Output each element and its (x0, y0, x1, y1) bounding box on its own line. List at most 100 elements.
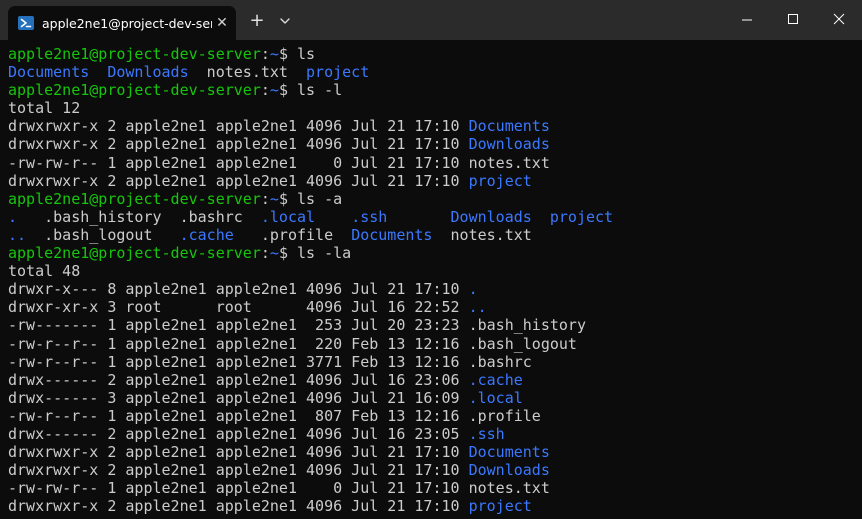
terminal-line: -rw-rw-r-- 1 apple2ne1 apple2ne1 0 Jul 2… (8, 154, 862, 172)
terminal-text: drwxr-xr-x 3 root root 4096 Jul 16 22:52 (8, 298, 469, 317)
terminal-line: drwx------ 2 apple2ne1 apple2ne1 4096 Ju… (8, 371, 862, 389)
directory-name: project (306, 63, 370, 82)
terminal-text: : (260, 81, 270, 100)
powershell-icon (18, 16, 34, 30)
terminal-line: apple2ne1@project-dev-server:~$ ls -la (8, 244, 862, 262)
directory-name: .local (260, 207, 316, 226)
directory-name: .. (8, 225, 27, 244)
terminal-text: : (260, 189, 270, 208)
terminal-line: drwxrwxr-x 2 apple2ne1 apple2ne1 4096 Ju… (8, 443, 862, 461)
directory-name: .cache (468, 370, 523, 389)
terminal-window: apple2ne1@project-dev-serve ✕ + apple2ne… (0, 0, 862, 519)
directory-name: Documents (468, 443, 550, 462)
directory-name: .local (468, 388, 523, 407)
terminal-text: drwxr-x--- 8 apple2ne1 apple2ne1 4096 Ju… (8, 280, 469, 299)
terminal-text: notes.txt (432, 225, 532, 244)
directory-name: .ssh (468, 424, 505, 443)
terminal-text: $ ls -la (278, 244, 352, 263)
terminal-line: drwxrwxr-x 2 apple2ne1 apple2ne1 4096 Ju… (8, 117, 862, 135)
terminal-output[interactable]: apple2ne1@project-dev-server:~$ ls Docume… (0, 40, 862, 519)
maximize-icon (788, 14, 798, 24)
terminal-line: total 48 (8, 262, 862, 280)
directory-name: project (468, 171, 532, 190)
prompt-user-host: apple2ne1@project-dev-server (8, 81, 261, 100)
tab-title: apple2ne1@project-dev-serve (42, 16, 212, 31)
terminal-text: total 12 (8, 99, 81, 118)
terminal-text: total 48 (8, 262, 81, 281)
terminal-line: Documents Downloads notes.txt project (8, 63, 862, 81)
terminal-text: $ ls -a (278, 189, 343, 208)
directory-name: project (468, 497, 532, 516)
terminal-text: drwx------ 3 apple2ne1 apple2ne1 4096 Ju… (8, 388, 469, 407)
terminal-text: $ ls -l (278, 81, 343, 100)
terminal-line: .. .bash_logout .cache .profile Document… (8, 226, 862, 244)
terminal-text: drwxrwxr-x 2 apple2ne1 apple2ne1 4096 Ju… (8, 497, 469, 516)
terminal-text: drwxrwxr-x 2 apple2ne1 apple2ne1 4096 Ju… (8, 443, 469, 462)
directory-name: .ssh (351, 207, 388, 226)
terminal-text: -rw-rw-r-- 1 apple2ne1 apple2ne1 0 Jul 2… (8, 479, 550, 498)
terminal-text: -rw-r--r-- 1 apple2ne1 apple2ne1 807 Feb… (8, 406, 541, 425)
close-icon (833, 13, 845, 25)
terminal-line: drwx------ 3 apple2ne1 apple2ne1 4096 Ju… (8, 389, 862, 407)
terminal-line: drwxrwxr-x 2 apple2ne1 apple2ne1 4096 Ju… (8, 135, 862, 153)
terminal-text: drwx------ 2 apple2ne1 apple2ne1 4096 Ju… (8, 370, 469, 389)
terminal-line: -rw-r--r-- 1 apple2ne1 apple2ne1 807 Feb… (8, 407, 862, 425)
title-bar: apple2ne1@project-dev-serve ✕ + (0, 0, 862, 40)
prompt-user-host: apple2ne1@project-dev-server (8, 189, 261, 208)
tab-close-icon[interactable]: ✕ (213, 14, 231, 32)
terminal-text: .profile (233, 225, 352, 244)
terminal-text: notes.txt (188, 63, 307, 82)
terminal-text: : (260, 244, 270, 263)
tab-dropdown-button[interactable] (273, 8, 297, 34)
terminal-line: apple2ne1@project-dev-server:~$ ls -l (8, 81, 862, 99)
terminal-text: drwxrwxr-x 2 apple2ne1 apple2ne1 4096 Ju… (8, 171, 469, 190)
tab-terminal[interactable]: apple2ne1@project-dev-serve ✕ (8, 6, 236, 40)
directory-name: Downloads (468, 461, 550, 480)
directory-name: Documents (8, 63, 90, 82)
terminal-line: -rw------- 1 apple2ne1 apple2ne1 253 Jul… (8, 316, 862, 334)
terminal-text: $ ls (278, 45, 316, 63)
terminal-line: drwx------ 2 apple2ne1 apple2ne1 4096 Ju… (8, 425, 862, 443)
terminal-line: drwxrwxr-x 2 apple2ne1 apple2ne1 4096 Ju… (8, 461, 862, 479)
terminal-line: apple2ne1@project-dev-server:~$ ls -a (8, 190, 862, 208)
terminal-line: drwxrwxr-x 2 apple2ne1 apple2ne1 4096 Ju… (8, 172, 862, 190)
terminal-line: -rw-r--r-- 1 apple2ne1 apple2ne1 3771 Fe… (8, 353, 862, 371)
directory-name: .. (468, 298, 487, 317)
terminal-text: -rw------- 1 apple2ne1 apple2ne1 253 Jul… (8, 316, 586, 335)
terminal-line: total 12 (8, 99, 862, 117)
terminal-text: -rw-rw-r-- 1 apple2ne1 apple2ne1 0 Jul 2… (8, 153, 550, 172)
prompt-path: ~ (269, 189, 279, 208)
close-window-button[interactable] (816, 0, 862, 40)
directory-name: Documents (351, 225, 433, 244)
terminal-line: -rw-r--r-- 1 apple2ne1 apple2ne1 220 Feb… (8, 335, 862, 353)
directory-name: . (8, 207, 18, 226)
terminal-text: drwxrwxr-x 2 apple2ne1 apple2ne1 4096 Ju… (8, 117, 469, 136)
terminal-text: -rw-r--r-- 1 apple2ne1 apple2ne1 220 Feb… (8, 334, 577, 353)
prompt-user-host: apple2ne1@project-dev-server (8, 45, 261, 63)
directory-name: Downloads (450, 207, 532, 226)
prompt-path: ~ (269, 81, 279, 100)
maximize-button[interactable] (770, 0, 816, 40)
minimize-button[interactable] (724, 0, 770, 40)
minimize-icon (742, 19, 752, 21)
terminal-text: drwxrwxr-x 2 apple2ne1 apple2ne1 4096 Ju… (8, 461, 469, 480)
prompt-path: ~ (269, 244, 279, 263)
terminal-line: drwxr-x--- 8 apple2ne1 apple2ne1 4096 Ju… (8, 280, 862, 298)
directory-name: Downloads (107, 63, 189, 82)
terminal-text: drwx------ 2 apple2ne1 apple2ne1 4096 Ju… (8, 424, 469, 443)
terminal-line: apple2ne1@project-dev-server:~$ ls (8, 45, 862, 63)
terminal-text: drwxrwxr-x 2 apple2ne1 apple2ne1 4096 Ju… (8, 135, 469, 154)
chevron-down-icon (280, 18, 290, 24)
directory-name: Documents (468, 117, 550, 136)
directory-name: project (549, 207, 614, 226)
terminal-text: .bash_history .bashrc (17, 207, 261, 226)
directory-name: Downloads (468, 135, 550, 154)
terminal-line: drwxrwxr-x 2 apple2ne1 apple2ne1 4096 Ju… (8, 497, 862, 515)
terminal-text: : (260, 45, 270, 63)
directory-name: .cache (179, 225, 234, 244)
new-tab-button[interactable]: + (244, 8, 270, 34)
